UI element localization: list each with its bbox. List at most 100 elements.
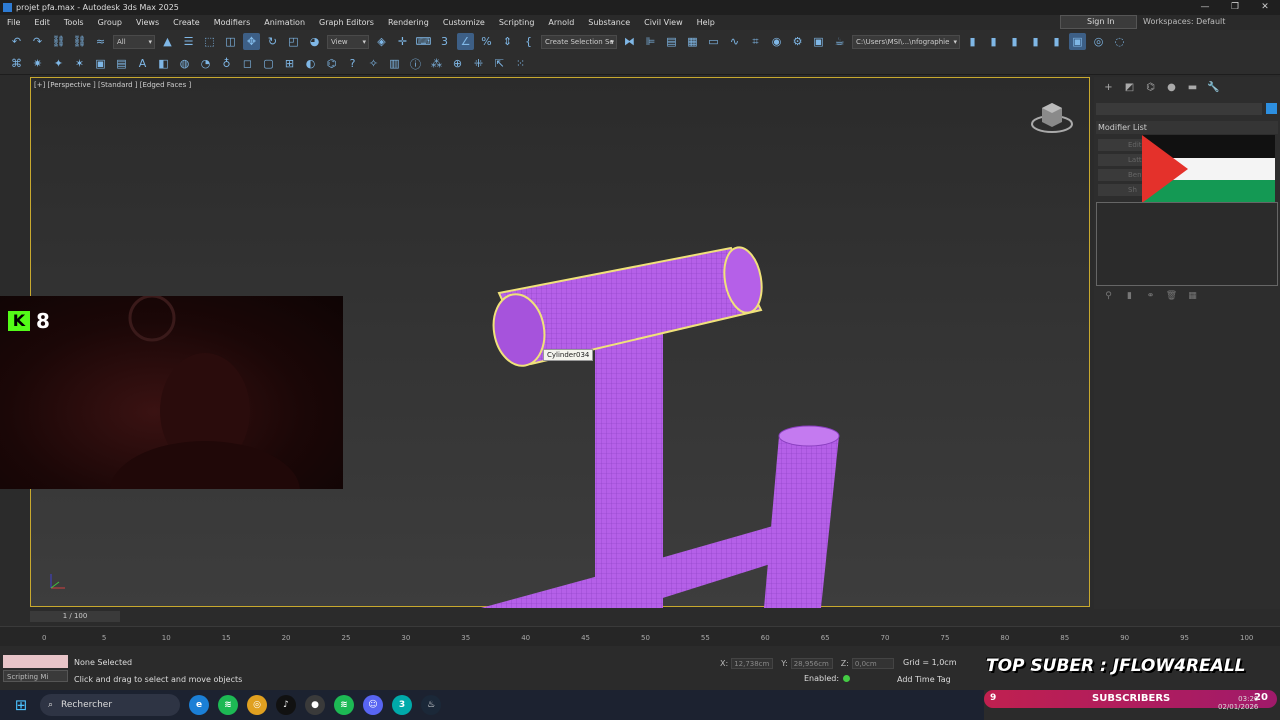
plugin-manager-icon[interactable]: ▣ <box>1069 33 1086 50</box>
scene-explorer-icon[interactable]: ▤ <box>663 33 680 50</box>
curve-editor-icon[interactable]: ∿ <box>726 33 743 50</box>
export-icon[interactable]: ⇱ <box>491 55 508 72</box>
add-time-tag[interactable]: Add Time Tag <box>897 675 951 684</box>
workspaces[interactable]: Workspaces: Default <box>1143 17 1225 26</box>
menu-graph-editors[interactable]: Graph Editors <box>312 18 381 27</box>
menu-civil-view[interactable]: Civil View <box>637 18 690 27</box>
right-pipe[interactable] <box>764 436 839 608</box>
create-tab-icon[interactable]: + <box>1098 82 1119 93</box>
pivot-center-icon[interactable]: ◈ <box>373 33 390 50</box>
menu-modifiers[interactable]: Modifiers <box>207 18 258 27</box>
render-setup-icon[interactable]: ⚙ <box>789 33 806 50</box>
select-by-name-icon[interactable]: ☰ <box>180 33 197 50</box>
modifier-button-lattice[interactable]: Latt <box>1098 154 1146 166</box>
taskbar-3dsmax-icon[interactable]: 3 <box>392 695 412 715</box>
snap-toggle-icon[interactable]: 3 <box>436 33 453 50</box>
unlink-icon[interactable]: ⛓ <box>71 33 88 50</box>
network-icon[interactable]: ⁂ <box>428 55 445 72</box>
box-icon[interactable]: ◻ <box>239 55 256 72</box>
show-end-result-icon[interactable]: ▮ <box>1119 291 1140 301</box>
maxscript-listener[interactable] <box>3 655 68 668</box>
y-coord-field[interactable]: 28,956cm <box>790 658 833 669</box>
project-folder-icon[interactable]: ▮ <box>964 33 981 50</box>
material-editor-icon[interactable]: ◉ <box>768 33 785 50</box>
track-bar[interactable] <box>0 626 1280 646</box>
ribbon-icon[interactable]: ▭ <box>705 33 722 50</box>
ref-coord-dropdown[interactable]: View <box>327 34 369 49</box>
light-icon[interactable]: ✦ <box>50 55 67 72</box>
sign-in-dropdown[interactable]: Sign In <box>1060 15 1137 29</box>
minimize-button[interactable]: — <box>1190 0 1220 15</box>
taskbar-obs-icon[interactable]: ● <box>305 695 325 715</box>
taskbar-discord-icon[interactable]: ☺ <box>363 695 383 715</box>
render-icon[interactable]: ☕ <box>831 33 848 50</box>
object-color-swatch[interactable] <box>1266 103 1277 114</box>
hierarchy-icon[interactable]: ⌬ <box>323 55 340 72</box>
z-coord-field[interactable]: 0,0cm <box>851 658 894 669</box>
arnold-render-icon[interactable]: ◌ <box>1111 33 1128 50</box>
wizard-icon[interactable]: ✧ <box>365 55 382 72</box>
menu-file[interactable]: File <box>0 18 27 27</box>
utilities-tab-icon[interactable]: 🔧 <box>1203 82 1224 93</box>
menu-create[interactable]: Create <box>166 18 207 27</box>
menu-views[interactable]: Views <box>129 18 166 27</box>
material-icon[interactable]: ◍ <box>176 55 193 72</box>
x-coord-field[interactable]: 12,738cm <box>731 658 774 669</box>
open-folder-icon[interactable]: ▮ <box>1006 33 1023 50</box>
teapot-icon[interactable]: ◔ <box>197 55 214 72</box>
time-slider[interactable]: 1 / 100 <box>30 611 120 622</box>
percent-snap-icon[interactable]: % <box>478 33 495 50</box>
object-name-field[interactable] <box>1096 103 1262 115</box>
taskbar-edge-icon[interactable]: e <box>189 695 209 715</box>
taskbar-search[interactable]: ⌕ Rechercher <box>40 694 180 716</box>
select-move-icon[interactable]: ✥ <box>243 33 260 50</box>
make-unique-icon[interactable]: ⚭ <box>1140 291 1161 301</box>
taskbar-steam-icon[interactable]: ♨ <box>421 695 441 715</box>
menu-rendering[interactable]: Rendering <box>381 18 436 27</box>
layer-explorer-icon[interactable]: ▦ <box>684 33 701 50</box>
bulb-icon[interactable]: ♁ <box>218 55 235 72</box>
scripting-mini-listener[interactable]: Scripting Mi <box>3 670 68 682</box>
modifier-button-bend[interactable]: Ben <box>1098 169 1146 181</box>
angle-snap-icon[interactable]: ∠ <box>457 33 474 50</box>
menu-arnold[interactable]: Arnold <box>541 18 581 27</box>
modifier-stack[interactable] <box>1096 202 1278 286</box>
menu-edit[interactable]: Edit <box>27 18 57 27</box>
modifier-list-dropdown[interactable]: Modifier List <box>1096 121 1278 134</box>
modify-tab-icon[interactable]: ◩ <box>1119 82 1140 93</box>
select-scale-icon[interactable]: ◰ <box>285 33 302 50</box>
render-frame-icon[interactable]: ▣ <box>810 33 827 50</box>
adaptive-degradation[interactable]: Enabled: <box>804 674 851 683</box>
mirror-icon[interactable]: ⧓ <box>621 33 638 50</box>
project-path-dropdown[interactable]: C:\Users\MSI\...\nfographie <box>852 34 960 49</box>
set-project-icon[interactable]: ▮ <box>985 33 1002 50</box>
menu-tools[interactable]: Tools <box>57 18 91 27</box>
select-manipulate-icon[interactable]: ✛ <box>394 33 411 50</box>
eye-icon[interactable]: ◐ <box>302 55 319 72</box>
keyboard-shortcut-icon[interactable]: ⌨ <box>415 33 432 50</box>
configure-sets-icon[interactable]: ▦ <box>1182 291 1203 301</box>
select-object-icon[interactable]: ▲ <box>159 33 176 50</box>
grid-icon[interactable]: ⊞ <box>281 55 298 72</box>
menu-customize[interactable]: Customize <box>436 18 492 27</box>
explorer-icon[interactable]: ⌘ <box>8 55 25 72</box>
list-icon[interactable]: ▤ <box>113 55 130 72</box>
menu-animation[interactable]: Animation <box>257 18 312 27</box>
selection-filter-dropdown[interactable]: All <box>113 34 155 49</box>
undo-icon[interactable]: ↶ <box>8 33 25 50</box>
taskbar-chrome-icon[interactable]: ◎ <box>247 695 267 715</box>
camera-icon[interactable]: ▣ <box>92 55 109 72</box>
motion-tab-icon[interactable]: ● <box>1161 82 1182 93</box>
menu-scripting[interactable]: Scripting <box>492 18 542 27</box>
edit-named-sets-icon[interactable]: { <box>520 33 537 50</box>
menu-group[interactable]: Group <box>91 18 129 27</box>
taskbar-spotify-icon[interactable]: ≋ <box>218 695 238 715</box>
vertical-pipe[interactable] <box>595 328 663 608</box>
arnold-icon[interactable]: ◎ <box>1090 33 1107 50</box>
modifier-button-edit[interactable]: Edit <box>1098 139 1146 151</box>
info-icon[interactable]: ⓘ <box>407 55 424 72</box>
close-button[interactable]: ✕ <box>1250 0 1280 15</box>
text-icon[interactable]: A <box>134 55 151 72</box>
shapes-icon[interactable]: ◧ <box>155 55 172 72</box>
taskbar-tiktok-icon[interactable]: ♪ <box>276 695 296 715</box>
